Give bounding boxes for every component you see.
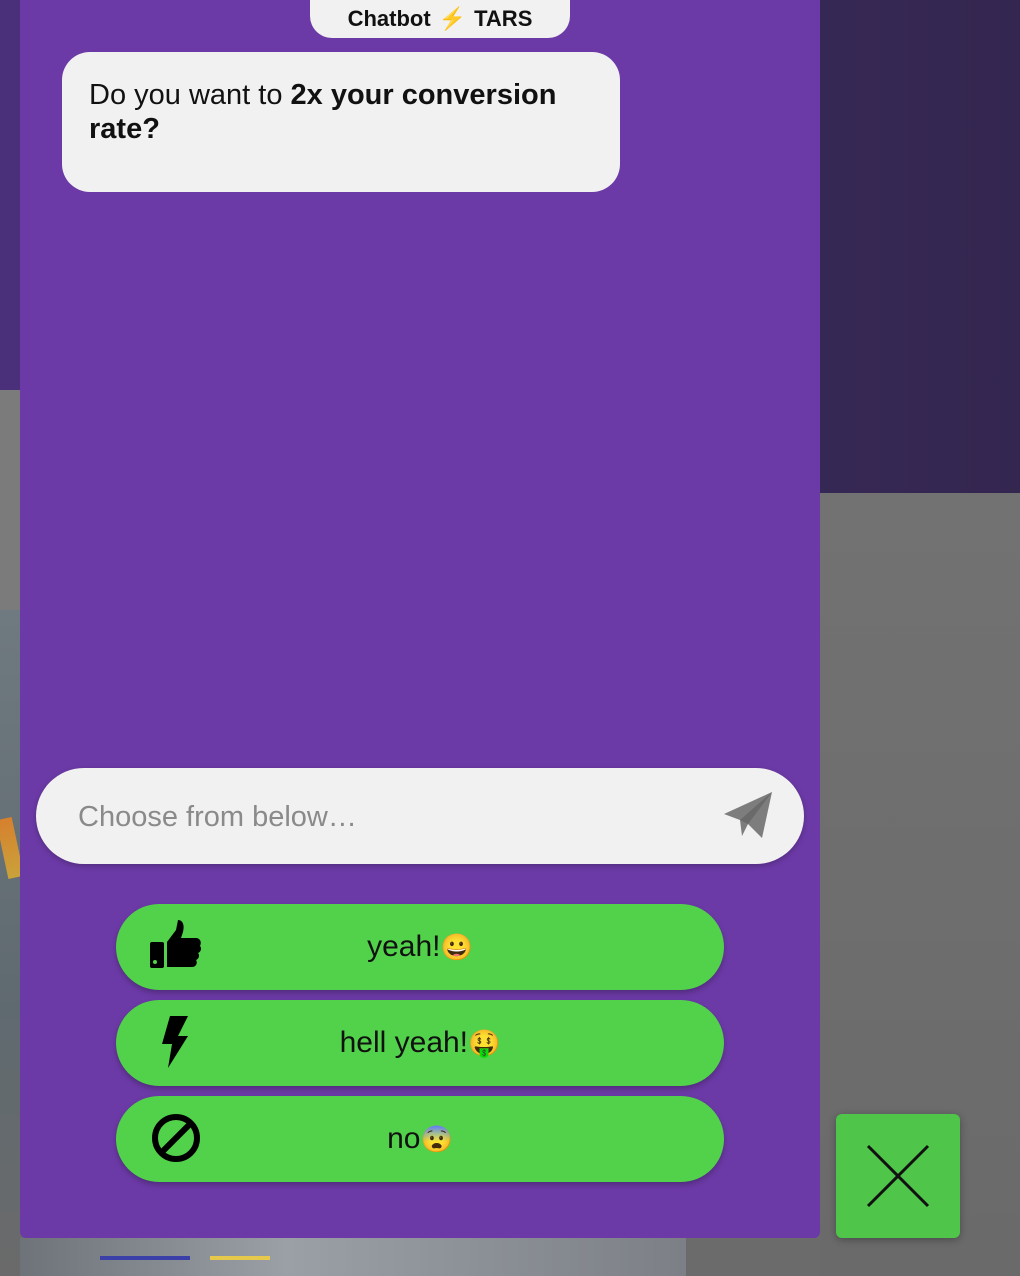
send-icon[interactable] (722, 790, 774, 840)
header-title-left: Chatbot (347, 6, 431, 31)
background-image (0, 610, 20, 1276)
lightning-icon: ⚡ (438, 6, 467, 31)
close-icon (866, 1144, 930, 1208)
header-title-right: TARS (474, 6, 533, 31)
option-label: yeah!😀 (367, 930, 473, 963)
message-text: Do you want to (89, 79, 291, 111)
option-label: hell yeah!🤑 (339, 1026, 501, 1059)
option-yeah-button[interactable]: yeah!😀 (116, 904, 724, 990)
message-input[interactable] (76, 794, 680, 840)
background-image-bottom (20, 1238, 686, 1276)
bot-message-bubble: Do you want to 2x your conversion rate? (62, 52, 620, 192)
option-no-button[interactable]: no😨 (116, 1096, 724, 1182)
option-label: no😨 (387, 1122, 453, 1155)
background-strip (0, 0, 20, 390)
option-hell-yeah-button[interactable]: hell yeah!🤑 (116, 1000, 724, 1086)
message-input-bar (36, 768, 804, 864)
chat-header: Chatbot ⚡ TARS (310, 0, 570, 38)
close-chat-button[interactable] (836, 1114, 960, 1238)
